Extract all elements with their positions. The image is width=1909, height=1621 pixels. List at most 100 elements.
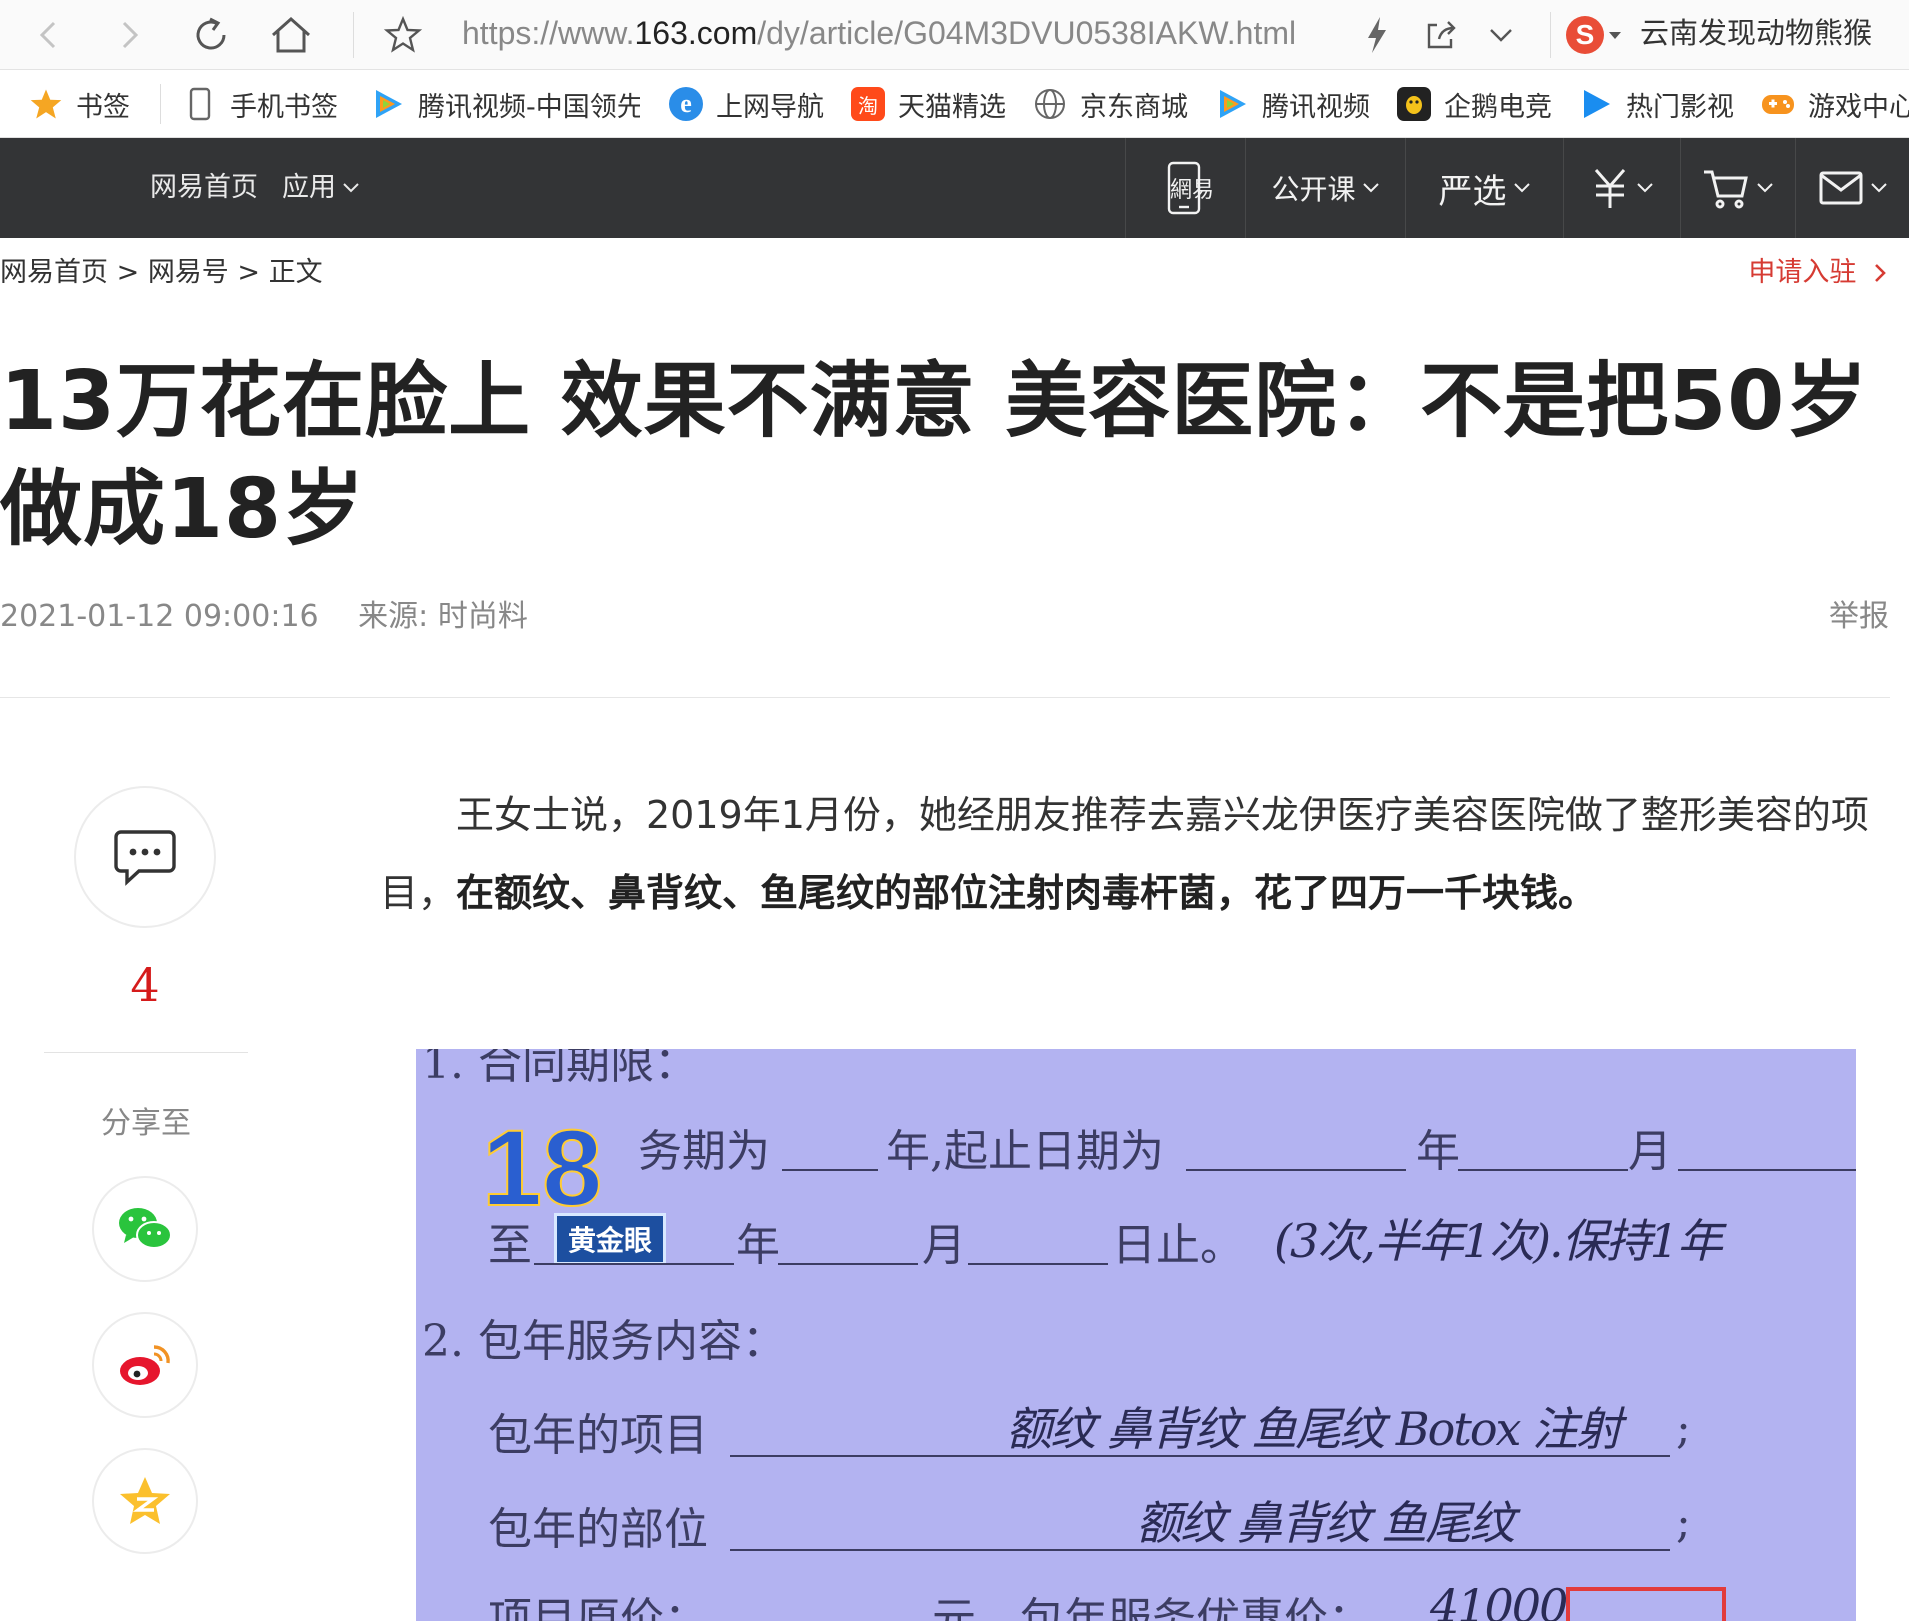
bookmark-label: 腾讯视频-中国领先 — [418, 91, 640, 123]
bookmark-item[interactable]: 热门影视 — [1578, 82, 1734, 126]
chevron-down-icon — [1870, 183, 1887, 193]
handwritten-note: 额纹 鼻背纹 鱼尾纹 Botox 注射 — [1006, 1402, 1622, 1456]
report-link[interactable]: 举报 — [1829, 597, 1889, 637]
nav-mail[interactable] — [1795, 138, 1909, 238]
tencent-video-icon — [1214, 86, 1250, 122]
back-icon[interactable] — [24, 10, 74, 60]
handwritten-note: 41000 — [1430, 1579, 1568, 1621]
penguin-esports-icon — [1396, 86, 1432, 122]
form-blank-line — [1678, 1169, 1856, 1171]
bookmark-item[interactable]: 京东商城 — [1032, 82, 1188, 126]
browser-address-bar: https://www.163.com/dy/article/G04M3DVU0… — [0, 0, 1909, 70]
nav-open-course[interactable]: 公开课 — [1245, 138, 1405, 238]
bookmark-item[interactable]: e 上网导航 — [668, 82, 824, 126]
bookmark-item[interactable]: 企鹅电竞 — [1396, 82, 1552, 126]
form-blank-line — [968, 1263, 1108, 1265]
chevron-right-icon — [1875, 264, 1886, 282]
share-qzone-button[interactable] — [92, 1448, 198, 1554]
netease-mark-icon: 網易 — [1170, 178, 1215, 203]
forward-icon[interactable] — [104, 10, 154, 60]
form-blank-line — [1458, 1169, 1628, 1171]
bookmark-item[interactable]: 游戏中心 — [1760, 82, 1909, 126]
bookmark-label: 书签 — [76, 91, 130, 123]
chevron-down-icon — [1757, 183, 1773, 193]
url-field[interactable]: https://www.163.com/dy/article/G04M3DVU0… — [462, 13, 1322, 53]
logo-text: 黄金眼 — [554, 1213, 666, 1265]
play-icon — [1578, 86, 1614, 122]
weibo-icon — [120, 1345, 170, 1385]
chevron-down-icon — [1362, 183, 1379, 193]
nav-yanxuan[interactable]: 严选 — [1405, 138, 1563, 238]
image-text-line: 务期为 — [638, 1126, 770, 1177]
image-text-line: 包年的项目 — [488, 1410, 708, 1461]
toolbar-separator — [1550, 12, 1551, 58]
nav-mobile-netease[interactable]: 網易 — [1125, 138, 1245, 238]
article-title: 13万花在脸上 效果不满意 美容医院：不是把50岁做成18岁 — [0, 354, 1869, 557]
share-label: 分享至 — [101, 1106, 191, 1141]
bookmark-label: 游戏中心 — [1808, 91, 1909, 123]
form-blank-line — [1186, 1169, 1406, 1171]
bookmarks-bar: 书签 手机书签 腾讯视频-中国领先 e 上网导航 淘 天猫精选 京东商城 腾讯视… — [0, 70, 1909, 138]
article-image: 1. 合同期限： 18 黄金眼 务期为 年,起止日期为 年 月 至 年 月 日止… — [416, 1049, 1856, 1621]
favorite-star-icon[interactable] — [378, 10, 428, 60]
breadcrumb: 网易首页 > 网易号 > 正文 — [0, 255, 323, 291]
tmall-icon: 淘 — [850, 86, 886, 122]
bookmark-label: 腾讯视频 — [1262, 91, 1370, 123]
red-stamp-mark — [1566, 1587, 1726, 1621]
image-text-line: ; — [1676, 1497, 1691, 1548]
sidebar-divider — [44, 1052, 248, 1053]
wechat-icon — [119, 1208, 172, 1249]
bookmark-separator — [160, 84, 161, 124]
nav-home-link[interactable]: 网易首页 — [150, 168, 258, 208]
image-text-line: 月 — [1628, 1126, 1672, 1177]
article-source[interactable]: 来源: 时尚料 — [358, 599, 528, 634]
qzone-star-icon — [120, 1477, 170, 1524]
image-text-line: 年,起止日期为 — [886, 1126, 1164, 1177]
comment-count[interactable]: 4 — [110, 955, 180, 1015]
bookmark-item[interactable]: 腾讯视频-中国领先 — [370, 82, 640, 126]
article-meta: 2021-01-12 09:00:16 来源: 时尚料 — [0, 597, 528, 637]
bookmark-item[interactable]: 书签 — [28, 82, 130, 126]
image-text-line: 2. 包年服务内容： — [422, 1316, 786, 1367]
gamepad-icon — [1760, 86, 1796, 122]
dropdown-chevron-icon[interactable] — [1476, 10, 1526, 60]
yuan-currency-icon — [1594, 169, 1626, 208]
search-input[interactable]: 云南发现动物熊猴 — [1640, 13, 1908, 53]
bookmark-item[interactable]: 手机书签 — [182, 82, 338, 126]
comment-button[interactable] — [74, 786, 216, 928]
share-page-icon[interactable] — [1416, 10, 1466, 60]
chevron-down-icon — [343, 183, 359, 193]
refresh-icon[interactable] — [186, 10, 236, 60]
image-text-line: 元，包年服务优惠价： — [932, 1594, 1372, 1621]
bookmark-label: 手机书签 — [230, 91, 338, 123]
home-icon[interactable] — [266, 10, 316, 60]
image-text-line: 年 — [736, 1220, 780, 1271]
apply-join-link[interactable]: 申请入驻 — [1748, 255, 1887, 291]
publish-datetime: 2021-01-12 09:00:16 — [0, 599, 319, 634]
shopping-cart-icon — [1704, 170, 1748, 209]
image-text-line: 月 — [922, 1220, 966, 1271]
image-text-line: 年 — [1416, 1126, 1460, 1177]
form-blank-line — [534, 1263, 734, 1265]
comment-bubble-icon — [114, 830, 176, 886]
nav-shopping[interactable] — [1680, 138, 1795, 238]
bookmark-label: 京东商城 — [1080, 91, 1188, 123]
header-divider — [0, 697, 1890, 698]
article-paragraph: 王女士说，2019年1月份，她经朋友推荐去嘉兴龙伊医疗美容医院做了整形美容的项目… — [380, 776, 1890, 932]
share-wechat-button[interactable] — [92, 1176, 198, 1282]
sogou-logo-icon: S — [1566, 16, 1604, 54]
nav-apps-dropdown[interactable]: 应用 — [282, 168, 360, 208]
bookmark-label: 企鹅电竞 — [1444, 91, 1552, 123]
bookmark-label: 天猫精选 — [898, 91, 1006, 123]
lightning-icon[interactable] — [1352, 10, 1402, 60]
bookmark-item[interactable]: 淘 天猫精选 — [850, 82, 1006, 126]
breadcrumb-channel[interactable]: 网易号 — [148, 257, 229, 288]
apply-join-label: 申请入驻 — [1748, 257, 1857, 288]
search-engine-selector[interactable]: S — [1566, 12, 1622, 58]
bookmark-item[interactable]: 腾讯视频 — [1214, 82, 1370, 126]
breadcrumb-home[interactable]: 网易首页 — [0, 257, 108, 288]
share-weibo-button[interactable] — [92, 1312, 198, 1418]
image-text-line: 日止。 — [1112, 1220, 1244, 1271]
nav-finance[interactable] — [1563, 138, 1680, 238]
mail-icon — [1819, 171, 1862, 205]
